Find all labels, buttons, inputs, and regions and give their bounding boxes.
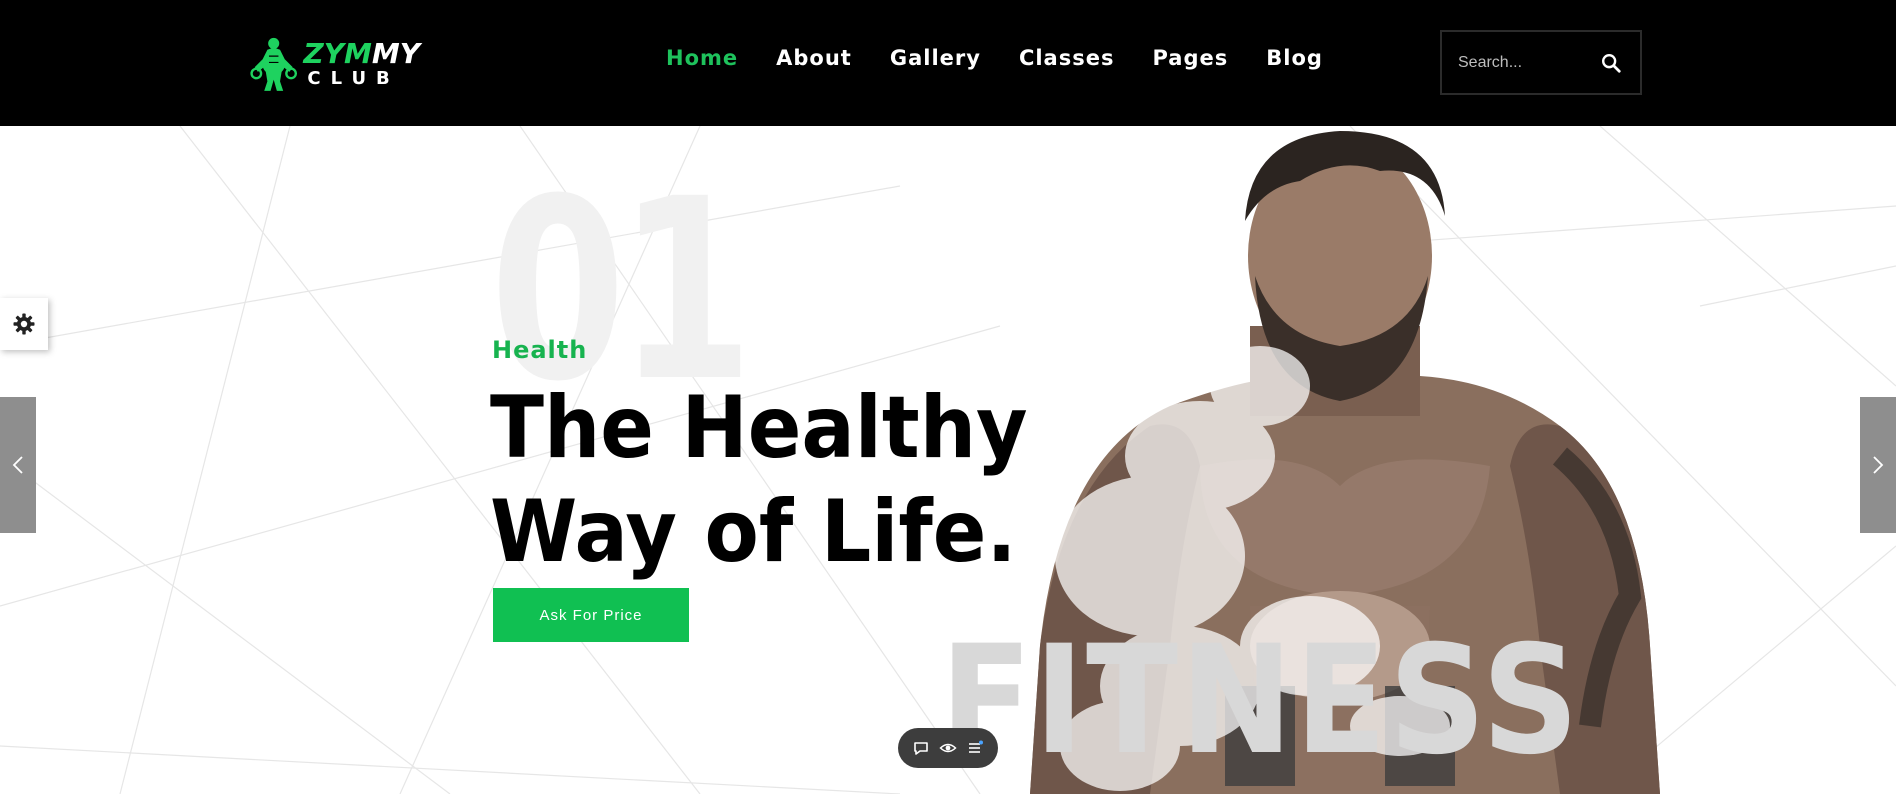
chevron-left-icon bbox=[12, 456, 23, 474]
logo-wordmark: ZYMMY bbox=[303, 37, 420, 70]
chat-icon[interactable] bbox=[912, 739, 930, 757]
nav-gallery[interactable]: Gallery bbox=[890, 46, 981, 70]
slide-tag: Health bbox=[492, 336, 588, 364]
nav-about[interactable]: About bbox=[776, 46, 852, 70]
gear-icon bbox=[13, 313, 35, 335]
settings-toggle[interactable] bbox=[0, 298, 48, 350]
bodybuilder-logo-icon bbox=[250, 37, 298, 91]
search-input[interactable] bbox=[1442, 53, 1592, 72]
hero-slider: 01 FITNESS Health The Healthy Way of Lif… bbox=[0, 126, 1896, 794]
nav-blog[interactable]: Blog bbox=[1266, 46, 1323, 70]
nav-classes[interactable]: Classes bbox=[1019, 46, 1115, 70]
nav-pages[interactable]: Pages bbox=[1152, 46, 1228, 70]
search-box bbox=[1440, 30, 1642, 95]
main-nav: Home About Gallery Classes Pages Blog bbox=[666, 46, 1361, 70]
list-icon[interactable] bbox=[966, 739, 984, 757]
ask-for-price-button[interactable]: Ask For Price bbox=[493, 588, 689, 642]
chevron-right-icon bbox=[1873, 456, 1884, 474]
slider-next-button[interactable] bbox=[1860, 397, 1896, 533]
search-icon[interactable] bbox=[1600, 52, 1622, 74]
logo-subtitle: CLUB bbox=[307, 68, 400, 89]
header-navbar: ZYMMY CLUB Home About Gallery Classes Pa… bbox=[0, 0, 1896, 126]
hero-headline: The Healthy Way of Life. bbox=[490, 376, 1028, 584]
fitness-watermark: FITNESS bbox=[940, 614, 1581, 788]
hero-headline-line1: The Healthy bbox=[490, 378, 1028, 478]
slider-prev-button[interactable] bbox=[0, 397, 36, 533]
nav-home[interactable]: Home bbox=[666, 46, 738, 70]
brand-logo[interactable]: ZYMMY CLUB bbox=[250, 28, 420, 100]
floating-toolbar bbox=[898, 728, 998, 768]
eye-icon[interactable] bbox=[939, 739, 957, 757]
hero-headline-line2: Way of Life. bbox=[490, 482, 1017, 582]
